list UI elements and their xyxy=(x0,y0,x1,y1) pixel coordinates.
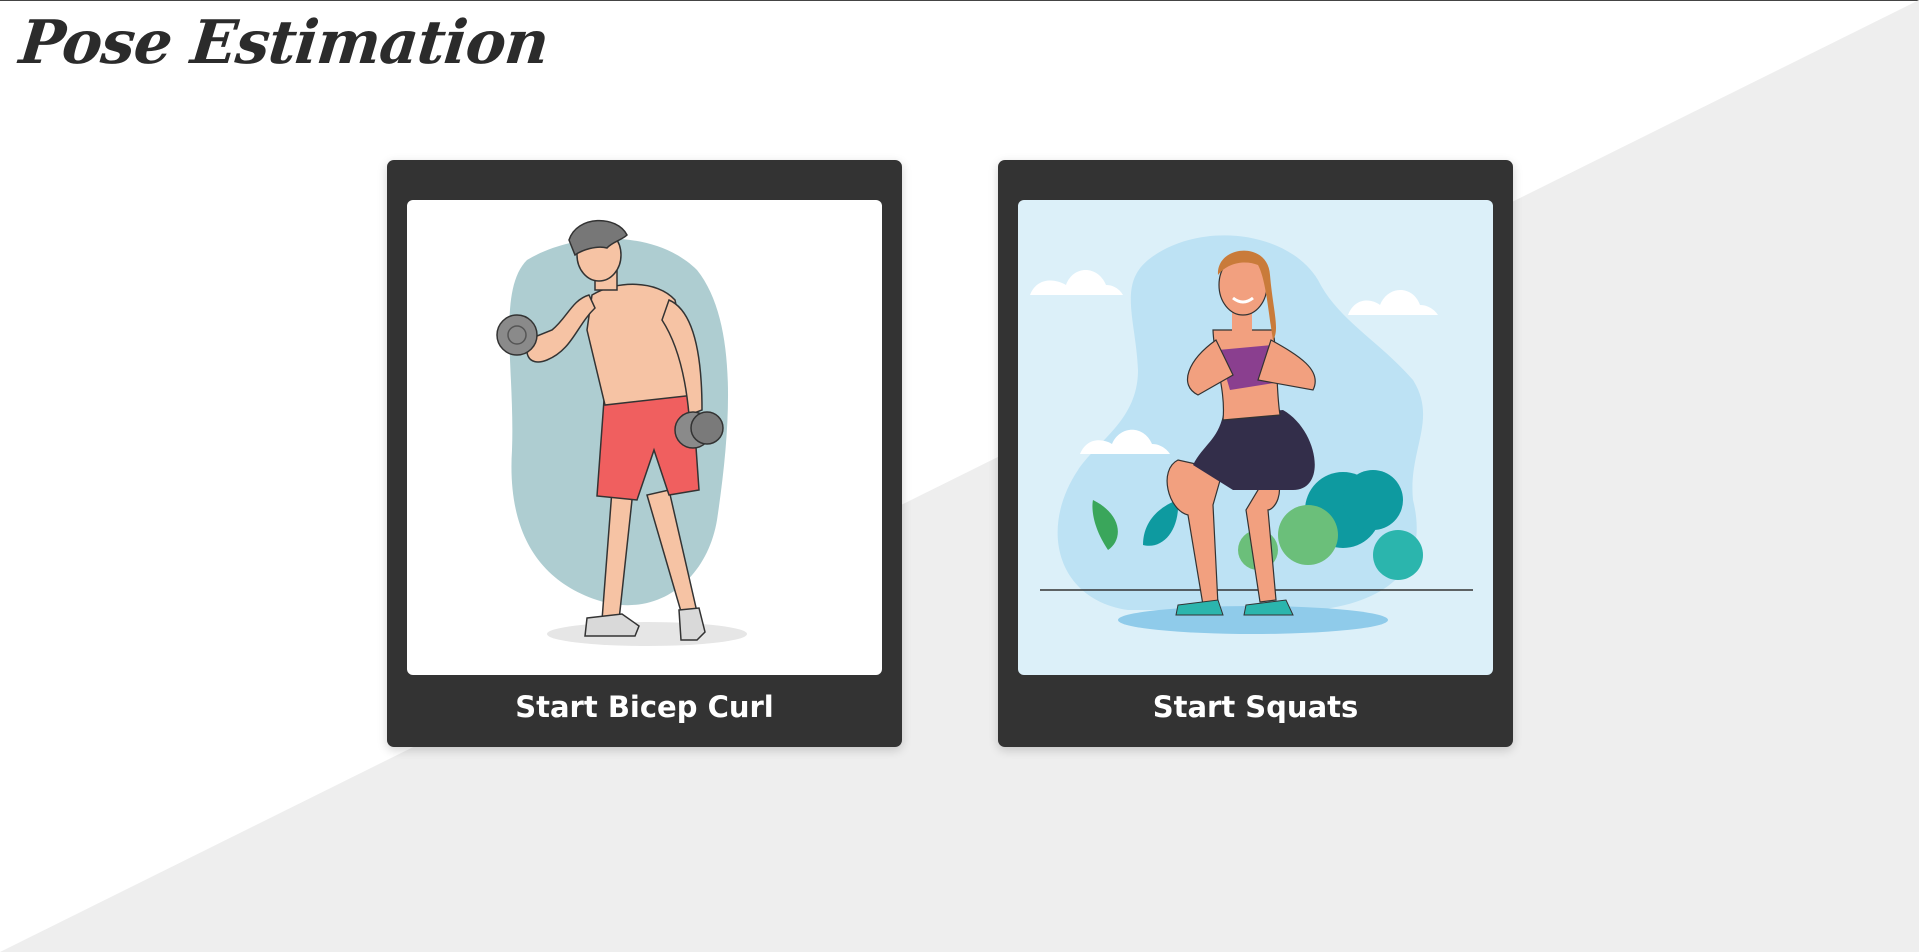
start-bicep-curl-button[interactable]: Start Bicep Curl xyxy=(387,690,902,724)
squat-illustration xyxy=(1018,200,1493,675)
diagonal-background xyxy=(0,0,1919,952)
start-squats-button[interactable]: Start Squats xyxy=(998,690,1513,724)
bicep-curl-illustration xyxy=(407,200,882,675)
page-title: Pose Estimation xyxy=(16,8,552,78)
bicep-curl-card[interactable]: Start Bicep Curl xyxy=(387,160,902,747)
squats-card[interactable]: Start Squats xyxy=(998,160,1513,747)
